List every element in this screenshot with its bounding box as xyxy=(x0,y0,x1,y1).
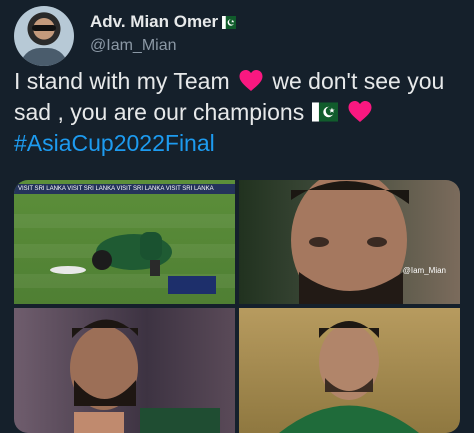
score-overlay xyxy=(168,276,216,294)
hashtag-link[interactable]: #AsiaCup2022Final xyxy=(14,130,215,156)
face-closeup-shape xyxy=(291,180,409,304)
player-staring-shape xyxy=(279,321,419,433)
pakistan-flag-icon xyxy=(222,15,237,29)
photo-player-staring[interactable] xyxy=(239,308,460,433)
media-grid: VISIT SRI LANKA VISIT SRI LANKA VISIT SR… xyxy=(14,180,460,433)
user-handle[interactable]: @Iam_Mian xyxy=(90,37,177,55)
photo-player-resting-chin[interactable] xyxy=(14,308,235,433)
tweet-text-segment: we don't see you xyxy=(272,68,445,94)
tweet-line-2: sad , you are our champions xyxy=(14,97,466,128)
pakistan-flag-icon xyxy=(311,102,338,122)
tweet-text-segment: I stand with my Team xyxy=(14,68,230,94)
shirt-shape xyxy=(20,48,68,66)
tweet-text: I stand with my Team we don't see you sa… xyxy=(14,66,466,159)
photo-player-kneeling[interactable]: VISIT SRI LANKA VISIT SRI LANKA VISIT SR… xyxy=(14,180,235,304)
photo-player-closeup[interactable]: @Iam_Mian xyxy=(239,180,460,304)
tweet-text-segment: sad , you are our champions xyxy=(14,99,305,125)
tweet-header: Adv. Mian Omer @Iam_Mian xyxy=(14,6,460,66)
red-heart-icon xyxy=(239,70,263,91)
tweet-line-1: I stand with my Team we don't see you xyxy=(14,66,466,97)
image-watermark: @Iam_Mian xyxy=(402,266,446,275)
player-chin-shape xyxy=(70,319,220,433)
red-heart-icon xyxy=(348,101,372,122)
display-name[interactable]: Adv. Mian Omer xyxy=(90,12,218,32)
avatar[interactable] xyxy=(14,6,74,66)
sunglasses-shape xyxy=(32,25,56,31)
tweet-line-3: #AsiaCup2022Final xyxy=(14,128,466,159)
name-row: Adv. Mian Omer xyxy=(90,10,237,34)
